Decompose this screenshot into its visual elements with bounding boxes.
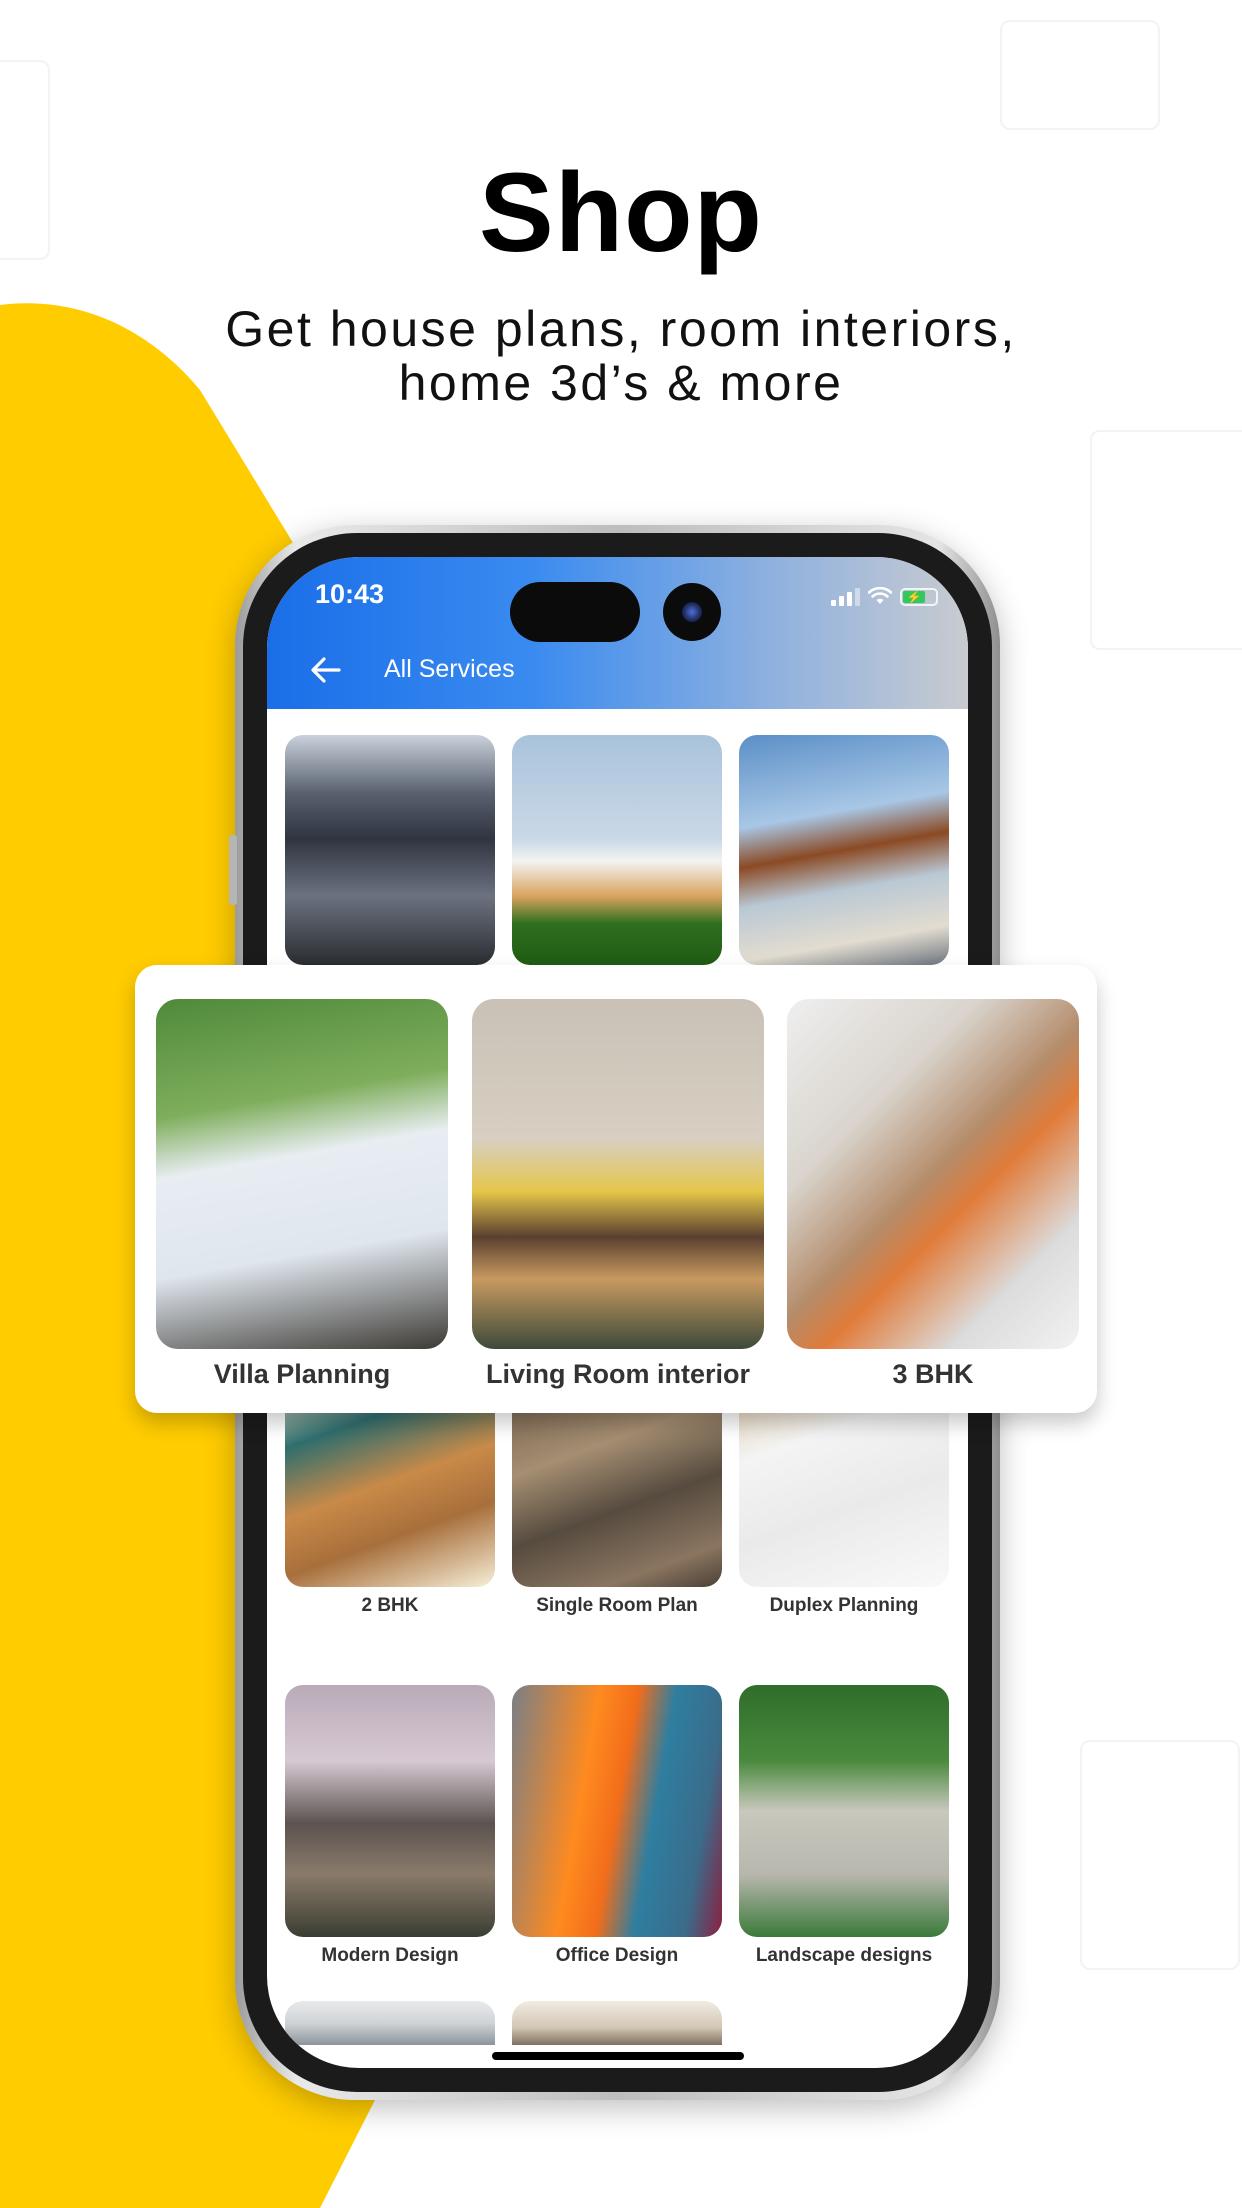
- service-card[interactable]: [512, 2001, 722, 2045]
- status-time: 10:43: [315, 579, 385, 609]
- hero-subtitle-line-2: home 3d’s & more: [398, 355, 844, 411]
- service-image: [512, 735, 722, 965]
- featured-villa-planning[interactable]: Villa Planning: [156, 999, 448, 1390]
- dynamic-island: [510, 582, 640, 642]
- service-label: Duplex Planning: [769, 1595, 919, 1616]
- hero-subtitle: Get house plans, room interiors, home 3d…: [0, 302, 1242, 410]
- wifi-icon: [867, 586, 893, 607]
- signal-icon: [831, 588, 860, 606]
- service-card-single-room-plan[interactable]: Single Room Plan: [512, 1377, 722, 1617]
- featured-label: Living Room interior: [485, 1359, 750, 1389]
- service-label: Office Design: [555, 1945, 679, 1966]
- service-card[interactable]: [512, 735, 722, 965]
- service-image: [285, 1685, 495, 1937]
- service-label: Modern Design: [321, 1945, 459, 1966]
- service-card-office-design[interactable]: Office Design: [512, 1685, 722, 1967]
- service-image: [739, 735, 949, 965]
- service-image: [285, 735, 495, 965]
- featured-services-card: Villa Planning Living Room interior 3 BH…: [135, 965, 1097, 1413]
- service-card[interactable]: [285, 735, 495, 965]
- service-label: 2 BHK: [361, 1595, 419, 1616]
- service-card-duplex-planning[interactable]: Duplex Planning: [739, 1377, 949, 1617]
- featured-label: 3 BHK: [892, 1359, 974, 1389]
- hero-subtitle-line-1: Get house plans, room interiors,: [225, 301, 1017, 357]
- service-image: [285, 2001, 495, 2045]
- page-title: All Services: [384, 655, 515, 683]
- featured-label: Villa Planning: [213, 1359, 391, 1389]
- service-card-landscape-designs[interactable]: Landscape designs: [739, 1685, 949, 1967]
- service-card-2bhk[interactable]: 2 BHK: [285, 1377, 495, 1617]
- arrow-left-icon: [311, 657, 341, 683]
- phone-side-button: [229, 835, 237, 905]
- featured-3bhk[interactable]: 3 BHK: [787, 999, 1079, 1390]
- featured-image: [787, 999, 1079, 1349]
- service-card-modern-design[interactable]: Modern Design: [285, 1685, 495, 1967]
- featured-living-room-interior[interactable]: Living Room interior: [472, 999, 764, 1390]
- service-card[interactable]: [739, 735, 949, 965]
- featured-image: [472, 999, 764, 1349]
- service-label: Single Room Plan: [536, 1595, 698, 1616]
- camera-icon: [663, 583, 721, 641]
- service-card[interactable]: [285, 2001, 495, 2045]
- app-header: 10:43 ⚡ All Services: [267, 557, 968, 709]
- featured-image: [156, 999, 448, 1349]
- service-label: Landscape designs: [755, 1945, 933, 1966]
- back-button[interactable]: [309, 653, 349, 693]
- battery-charging-icon: ⚡: [900, 588, 938, 606]
- home-indicator[interactable]: [492, 2052, 744, 2060]
- status-icons: ⚡: [831, 586, 938, 607]
- hero-title: Shop: [479, 150, 763, 275]
- service-image: [512, 2001, 722, 2045]
- service-image: [739, 1685, 949, 1937]
- service-image: [512, 1685, 722, 1937]
